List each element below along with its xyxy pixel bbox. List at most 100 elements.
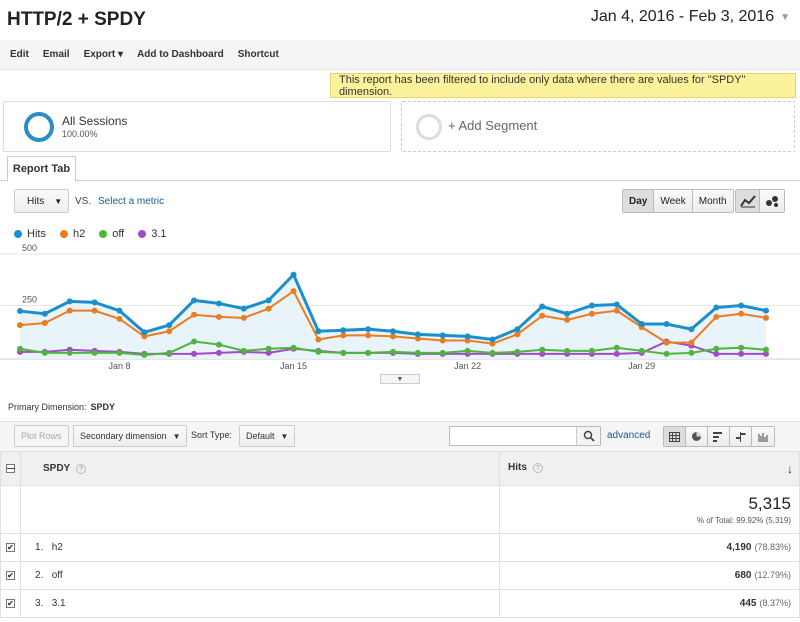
table-row: ✔ 2. off 680 (12.79%) bbox=[0, 561, 800, 590]
chevron-down-icon: ▾ bbox=[118, 49, 124, 60]
data-point bbox=[713, 350, 720, 357]
data-point bbox=[41, 310, 48, 317]
data-point bbox=[439, 349, 446, 356]
checkbox-icon: — bbox=[6, 464, 15, 473]
data-point bbox=[340, 349, 347, 356]
data-point bbox=[91, 299, 98, 306]
metric-dropdown[interactable]: Hits ▼ bbox=[14, 189, 69, 213]
data-point bbox=[613, 344, 620, 351]
tab-bar: Report Tab bbox=[0, 156, 800, 182]
data-point bbox=[265, 305, 272, 312]
add-to-dashboard-button[interactable]: Add to Dashboard bbox=[137, 49, 224, 60]
date-range-picker[interactable]: Jan 4, 2016 - Feb 3, 2016 ▼ bbox=[591, 8, 790, 26]
legend-item-hits: Hits bbox=[14, 228, 46, 240]
data-point bbox=[489, 349, 496, 356]
data-point bbox=[613, 307, 620, 314]
day-button[interactable]: Day bbox=[623, 190, 655, 212]
checkbox-icon: ✔ bbox=[6, 599, 15, 608]
week-button[interactable]: Week bbox=[654, 190, 693, 212]
metric-dropdown-label: Hits bbox=[27, 195, 45, 207]
row-label-link[interactable]: h2 bbox=[52, 542, 63, 553]
chevron-down-icon: ▼ bbox=[280, 431, 289, 441]
secondary-dimension-dropdown[interactable]: Secondary dimension ▼ bbox=[73, 425, 188, 447]
motion-chart-button[interactable] bbox=[760, 190, 784, 212]
primary-dimension-value[interactable]: SPDY bbox=[91, 402, 116, 412]
data-point bbox=[166, 322, 173, 329]
plot-rows-button[interactable]: Plot Rows bbox=[14, 425, 69, 447]
sort-type-dropdown[interactable]: Default ▼ bbox=[239, 425, 296, 447]
edit-button[interactable]: Edit bbox=[10, 49, 29, 60]
data-point bbox=[191, 311, 198, 318]
comparison-view-icon[interactable] bbox=[730, 427, 752, 446]
performance-view-icon[interactable] bbox=[708, 427, 730, 446]
pie-view-icon[interactable] bbox=[686, 427, 708, 446]
data-point bbox=[240, 347, 247, 354]
data-table-view-icon[interactable] bbox=[664, 427, 686, 446]
sort-type-label: Sort Type: bbox=[191, 430, 232, 440]
data-point bbox=[365, 349, 372, 356]
email-button[interactable]: Email bbox=[43, 49, 70, 60]
chevron-down-icon: ▼ bbox=[780, 11, 790, 23]
data-point bbox=[738, 310, 745, 317]
checkbox-icon: ✔ bbox=[6, 543, 15, 552]
help-icon[interactable]: ? bbox=[76, 464, 87, 474]
export-button[interactable]: Export ▾ bbox=[84, 49, 123, 60]
row-label-link[interactable]: 3.1 bbox=[52, 598, 66, 609]
data-point bbox=[390, 328, 396, 335]
select-metric-link[interactable]: Select a metric bbox=[98, 196, 164, 207]
data-point bbox=[240, 305, 247, 312]
data-point bbox=[315, 328, 322, 335]
row-checkbox[interactable]: ✔ bbox=[0, 533, 21, 562]
primary-dimension: Primary Dimension: SPDY bbox=[8, 402, 116, 412]
row-label-link[interactable]: off bbox=[52, 570, 63, 581]
table-search-input[interactable] bbox=[449, 426, 601, 446]
term-cloud-view-icon[interactable] bbox=[752, 427, 774, 446]
data-point bbox=[141, 351, 148, 358]
legend-item-h2: h2 bbox=[59, 228, 85, 240]
data-point bbox=[588, 310, 595, 317]
data-point bbox=[215, 341, 222, 348]
tab-report[interactable]: Report Tab bbox=[7, 156, 76, 182]
filter-notice: This report has been filtered to include… bbox=[330, 73, 796, 98]
line-chart[interactable]: 500 250 Jan 8 Jan 15 Jan 22 Jan 29 bbox=[0, 244, 800, 374]
month-button[interactable]: Month bbox=[692, 190, 733, 212]
report-title: HTTP/2 + SPDY bbox=[7, 9, 146, 30]
data-point bbox=[514, 331, 521, 338]
advanced-filter-link[interactable]: advanced bbox=[607, 430, 650, 441]
data-point bbox=[514, 326, 521, 333]
data-point bbox=[613, 350, 620, 357]
y-tick-label: 500 bbox=[22, 244, 37, 253]
date-range-label: Jan 4, 2016 - Feb 3, 2016 bbox=[590, 8, 775, 25]
collapse-chart-button[interactable]: ▼ bbox=[380, 374, 420, 384]
row-checkbox[interactable]: ✔ bbox=[0, 589, 21, 618]
column-header-spdy[interactable]: SPDY? bbox=[20, 451, 500, 486]
help-icon[interactable]: ? bbox=[532, 462, 543, 473]
data-point bbox=[66, 307, 73, 314]
report-header: HTTP/2 + SPDY Jan 4, 2016 - Feb 3, 2016 … bbox=[0, 0, 800, 40]
data-point bbox=[191, 350, 198, 357]
legend-item-3-1: 3.1 bbox=[138, 228, 167, 240]
data-point bbox=[340, 327, 347, 334]
line-chart-button[interactable] bbox=[736, 190, 760, 212]
segment-placeholder-icon bbox=[416, 114, 442, 140]
add-segment-button[interactable]: + Add Segment bbox=[401, 101, 795, 152]
data-point bbox=[738, 350, 745, 357]
row-value: 445 (8.37%) bbox=[499, 589, 800, 618]
segment-name: All Sessions bbox=[62, 114, 128, 128]
add-segment-label: + Add Segment bbox=[448, 118, 538, 133]
select-all-checkbox[interactable]: — bbox=[0, 451, 21, 486]
totals-row: 5,315 % of Total: 99.92% (5,319) bbox=[0, 485, 800, 534]
column-header-hits[interactable]: Hits? ↓ bbox=[499, 451, 800, 486]
data-point bbox=[539, 303, 546, 310]
search-icon[interactable] bbox=[576, 427, 600, 445]
row-dimension: 2. off bbox=[20, 561, 500, 590]
segment-ring-icon bbox=[24, 112, 54, 142]
data-point bbox=[116, 307, 123, 314]
data-point bbox=[638, 347, 645, 354]
segment-all-sessions[interactable]: All Sessions 100.00% bbox=[3, 101, 391, 152]
shortcut-button[interactable]: Shortcut bbox=[238, 49, 279, 60]
row-checkbox[interactable]: ✔ bbox=[0, 561, 21, 590]
line-chart-icon bbox=[739, 195, 756, 208]
data-point bbox=[290, 344, 297, 351]
data-point bbox=[439, 337, 446, 344]
